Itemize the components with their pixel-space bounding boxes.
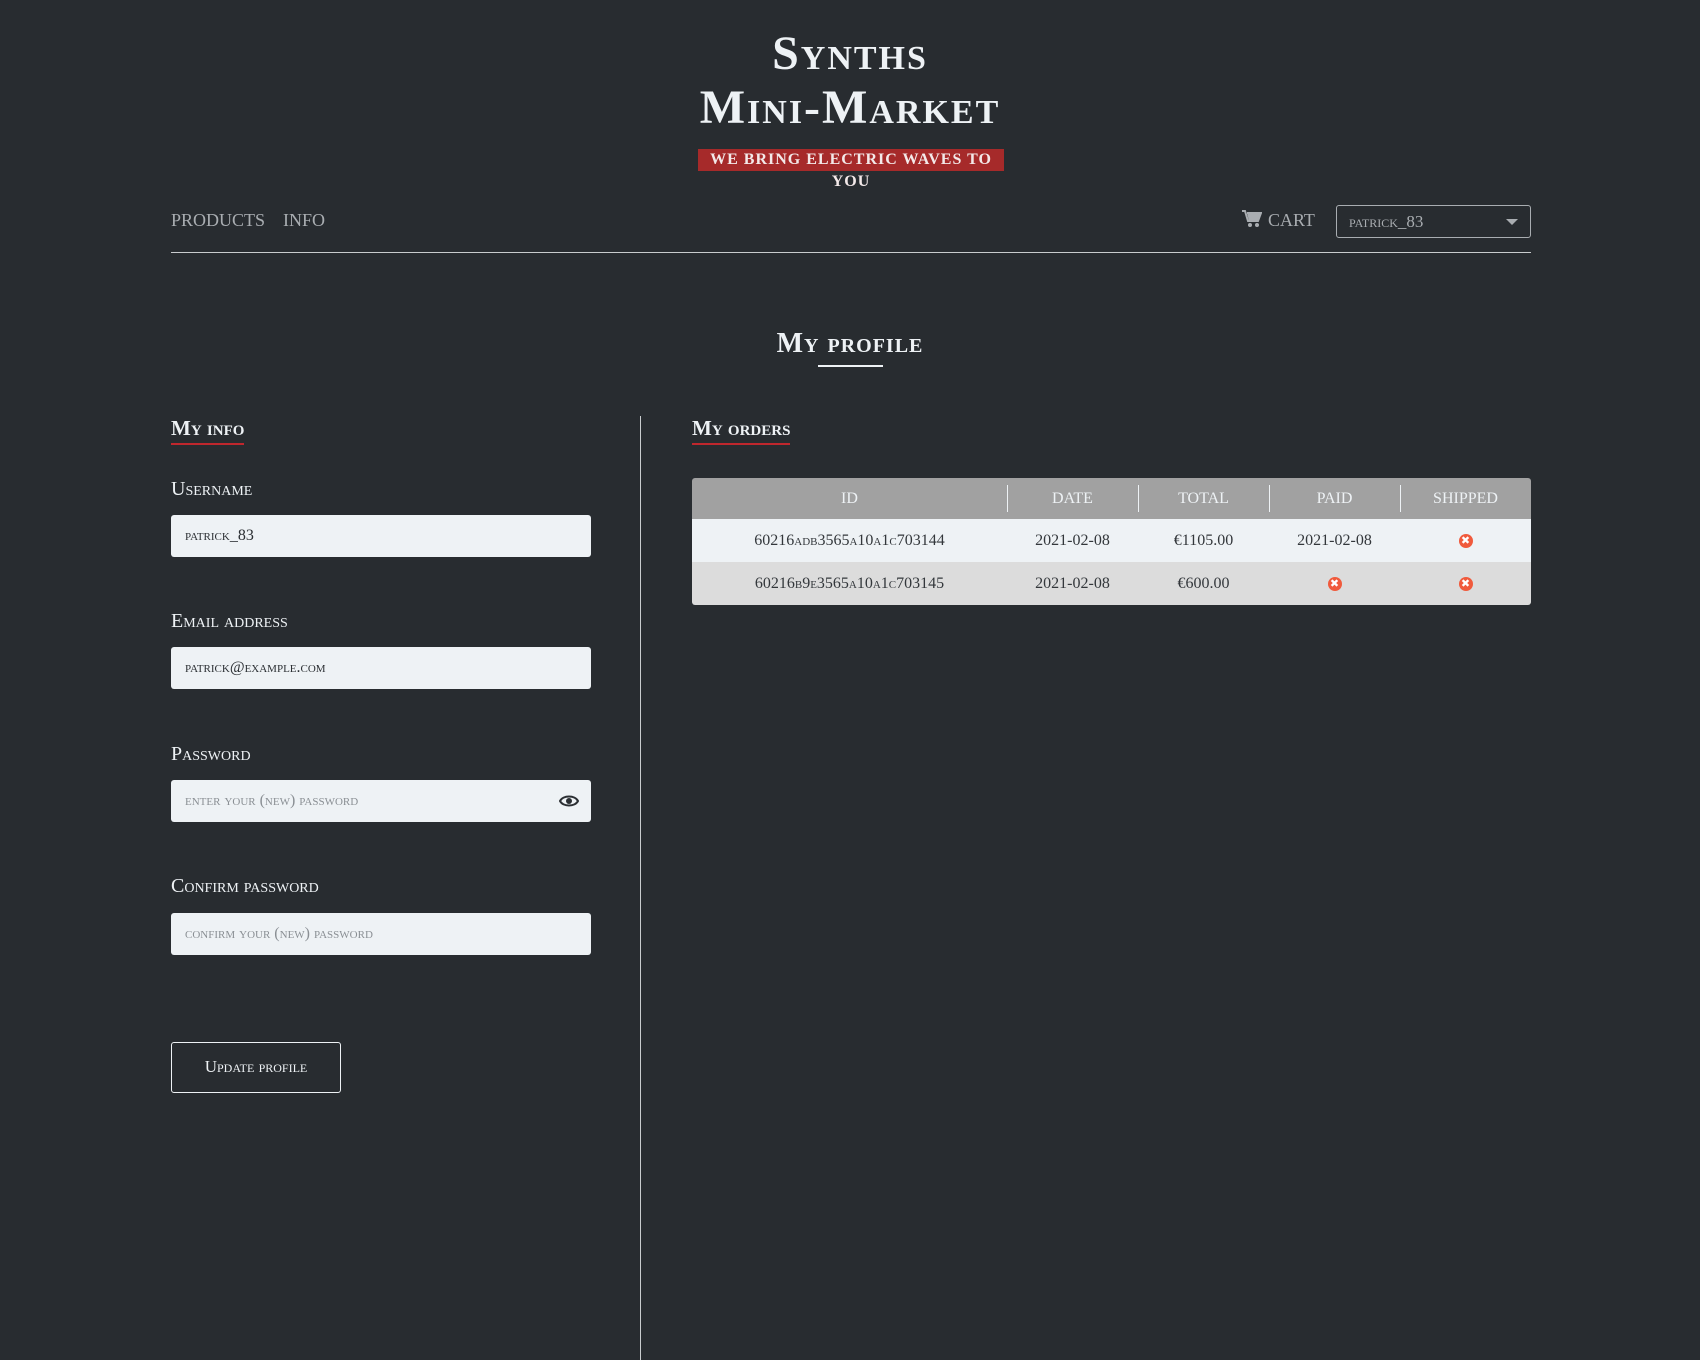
user-dropdown[interactable]: patrick_83 <box>1336 205 1531 238</box>
col-id: ID <box>692 478 1007 519</box>
username-input[interactable]: patrick_83 <box>171 515 591 557</box>
confirm-password-label: Confirm password <box>171 875 319 897</box>
my-orders-heading: My orders <box>692 416 791 445</box>
cart-icon <box>1242 210 1263 227</box>
page-title: My profile <box>776 328 924 359</box>
column-divider <box>640 416 641 1360</box>
site-title-line2: Mini-Market <box>699 81 1001 134</box>
col-date: Date <box>1007 478 1138 519</box>
tagline-banner: We bring electric waves to you <box>698 149 1004 190</box>
username-label: Username <box>171 478 253 500</box>
confirm-password-placeholder: Confirm your (new) password <box>185 925 373 942</box>
order-date: 2021-02-08 <box>1007 562 1138 605</box>
password-label: Password <box>171 743 251 765</box>
order-date: 2021-02-08 <box>1007 519 1138 562</box>
caret-down-icon <box>1506 219 1518 225</box>
cart-label: Cart <box>1268 210 1315 230</box>
order-id: 60216adb3565a10a1c703144 <box>692 519 1007 562</box>
col-total: Total <box>1138 478 1269 519</box>
table-row[interactable]: 60216b9e3565a10a1c703145 2021-02-08 €600… <box>692 562 1531 605</box>
password-input[interactable]: Enter your (new) password <box>171 780 591 822</box>
col-paid: Paid <box>1269 478 1400 519</box>
not-shipped-icon: ✖ <box>1458 533 1473 548</box>
orders-table: ID Date Total Paid Shipped 60216adb3565a… <box>692 478 1531 605</box>
nav-info[interactable]: Info <box>283 210 325 231</box>
site-title-line1: Synths <box>772 27 928 80</box>
nav-cart[interactable]: Cart <box>1242 210 1315 231</box>
order-id: 60216b9e3565a10a1c703145 <box>692 562 1007 605</box>
order-total: €600.00 <box>1138 562 1269 605</box>
password-placeholder: Enter your (new) password <box>185 792 359 809</box>
nav-products[interactable]: Products <box>171 210 265 231</box>
order-paid: 2021-02-08 <box>1269 519 1400 562</box>
title-underline <box>818 365 883 367</box>
update-profile-button[interactable]: Update profile <box>171 1042 341 1093</box>
nav-divider <box>171 252 1531 253</box>
confirm-password-input[interactable]: Confirm your (new) password <box>171 913 591 955</box>
email-label: Email address <box>171 610 288 632</box>
table-row[interactable]: 60216adb3565a10a1c703144 2021-02-08 €110… <box>692 519 1531 562</box>
eye-icon[interactable] <box>559 793 579 809</box>
user-dropdown-value: patrick_83 <box>1349 212 1424 231</box>
email-input[interactable]: patrick@example.com <box>171 647 591 689</box>
my-info-heading: My info <box>171 416 245 445</box>
not-shipped-icon: ✖ <box>1458 576 1473 591</box>
not-paid-icon: ✖ <box>1327 576 1342 591</box>
order-total: €1105.00 <box>1138 519 1269 562</box>
col-shipped: Shipped <box>1400 478 1531 519</box>
